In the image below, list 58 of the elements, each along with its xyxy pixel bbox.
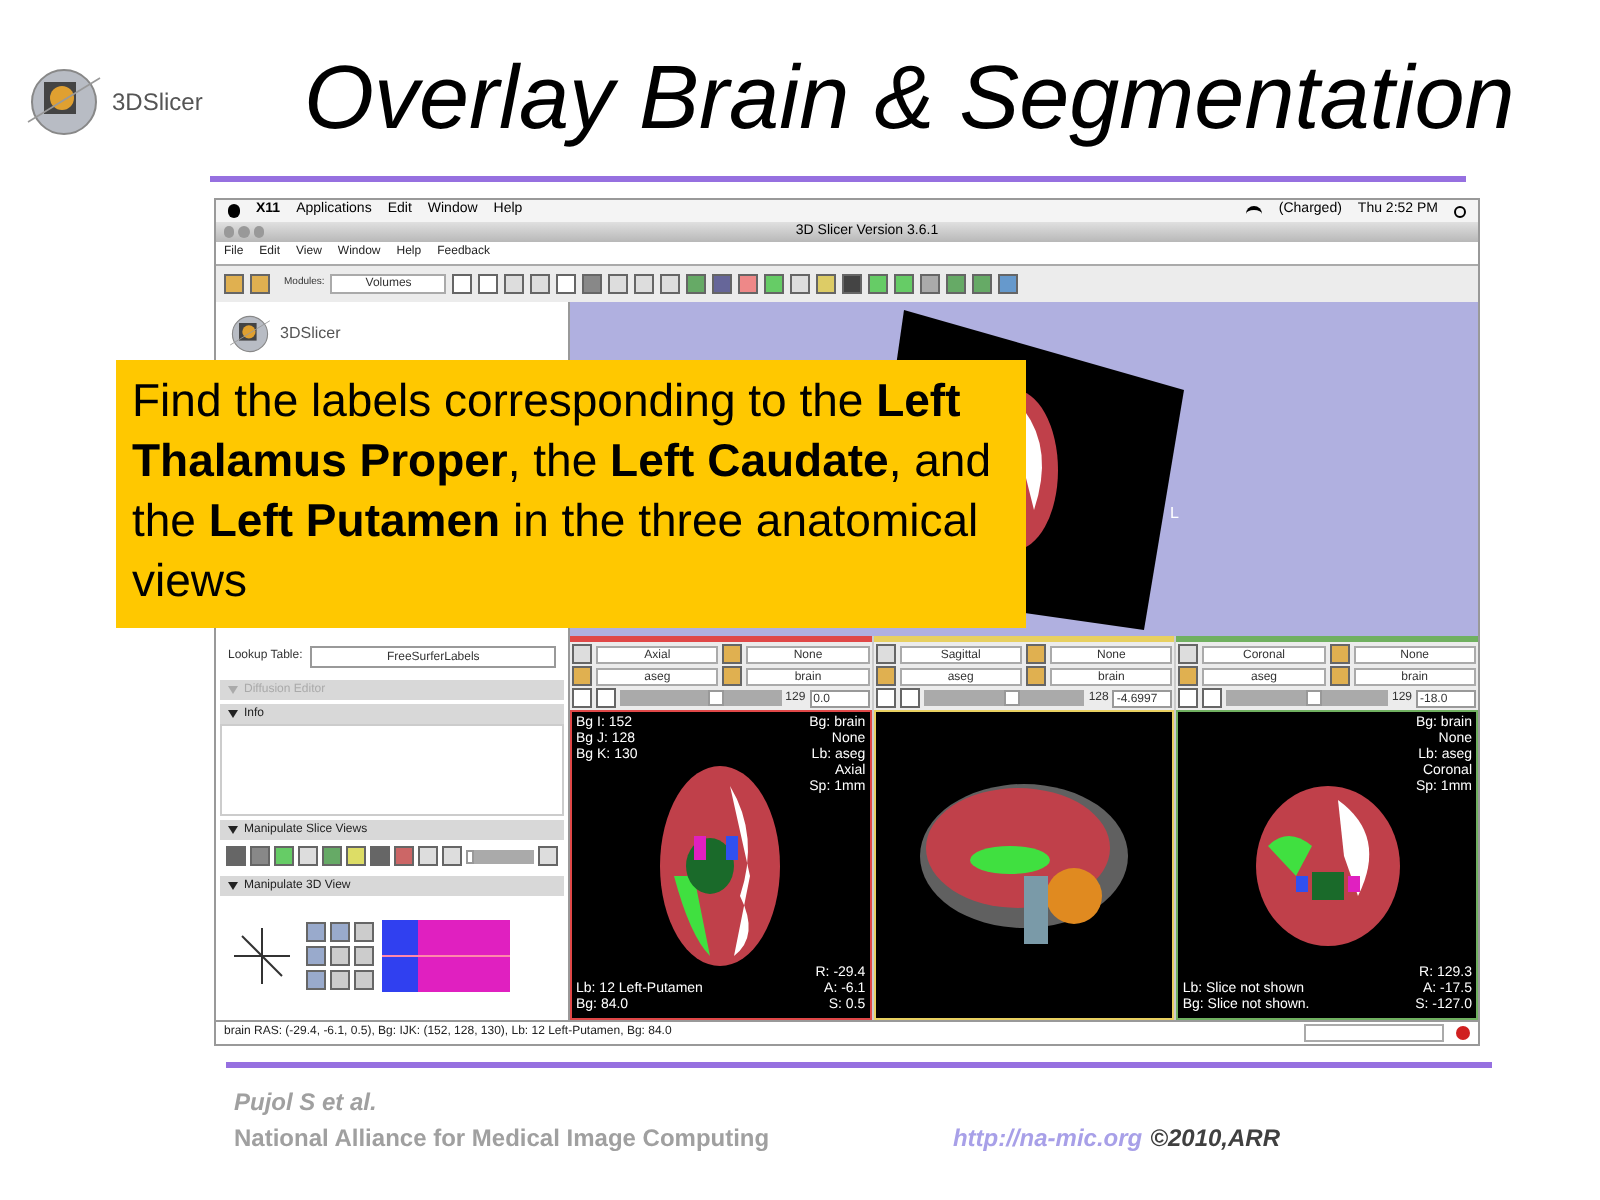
slice-slider-track[interactable] <box>620 690 782 706</box>
tool-icon[interactable] <box>582 274 603 294</box>
tool-icon[interactable] <box>875 666 896 686</box>
logo-text: 3DSlicer <box>280 322 341 346</box>
triangle-icon <box>228 882 238 890</box>
axis-label: L <box>1170 502 1179 526</box>
tool-icon[interactable] <box>842 274 863 294</box>
tool-icon[interactable] <box>868 274 889 294</box>
tool-icon[interactable] <box>538 846 558 866</box>
tool-icon[interactable] <box>608 274 629 294</box>
triangle-icon <box>228 686 238 694</box>
tool-icon[interactable] <box>1178 666 1199 686</box>
triangle-icon <box>228 710 238 718</box>
search-icon[interactable] <box>1454 205 1466 217</box>
author-credit: Pujol S et al. <box>234 1086 379 1120</box>
tool-icon[interactable] <box>712 274 733 294</box>
close-icon[interactable] <box>1456 1026 1470 1040</box>
tool-icon[interactable] <box>875 644 896 664</box>
tool-icon[interactable] <box>722 666 743 686</box>
tool-icon[interactable] <box>764 274 785 294</box>
tool-icon[interactable] <box>1329 666 1350 686</box>
logo-text: 3DSlicer <box>112 86 203 120</box>
slice-slider-thumb[interactable] <box>1306 690 1323 706</box>
view-navigator-drawing <box>382 920 510 992</box>
tool-icon[interactable] <box>530 274 551 294</box>
tool-icon[interactable] <box>816 274 837 294</box>
tool-icon[interactable] <box>1202 688 1223 708</box>
tool-icon[interactable] <box>875 688 896 708</box>
tool-icon[interactable] <box>478 274 499 294</box>
organization-name: National Alliance for Medical Image Computing <box>234 1122 770 1156</box>
tool-icon[interactable] <box>946 274 967 294</box>
tool-icon[interactable] <box>556 274 577 294</box>
tool-icon[interactable] <box>899 688 920 708</box>
tool-icon[interactable] <box>1329 644 1350 664</box>
callout-text: Find the labels corresponding to the Left Thalamus Proper, the Left Caudate, and the Left Putamen in the three anatomical views <box>132 372 992 610</box>
wifi-icon[interactable] <box>1246 205 1263 217</box>
tool-icon[interactable] <box>1178 688 1199 708</box>
logo-icon <box>228 312 272 356</box>
slider-track[interactable] <box>466 849 534 863</box>
triangle-icon <box>228 826 238 834</box>
tool-icon[interactable] <box>504 274 525 294</box>
tool-icon[interactable] <box>790 274 811 294</box>
tool-icon[interactable] <box>634 274 655 294</box>
slice-slider-thumb[interactable] <box>707 690 724 706</box>
slice-slider-thumb[interactable] <box>1003 690 1020 706</box>
tool-icon[interactable] <box>920 274 941 294</box>
status-field[interactable] <box>1304 1024 1444 1042</box>
tool-icon[interactable] <box>972 274 993 294</box>
tool-icon[interactable] <box>452 274 473 294</box>
tool-icon[interactable] <box>686 274 707 294</box>
tool-icon[interactable] <box>894 274 915 294</box>
tool-icon[interactable] <box>1178 644 1199 664</box>
tool-icon[interactable] <box>738 274 759 294</box>
apple-icon[interactable] <box>228 204 240 218</box>
tool-icon[interactable] <box>660 274 681 294</box>
tool-icon[interactable] <box>722 644 743 664</box>
tool-icon[interactable] <box>998 274 1019 294</box>
copyright-text: ©2010,ARR <box>1150 1122 1280 1156</box>
